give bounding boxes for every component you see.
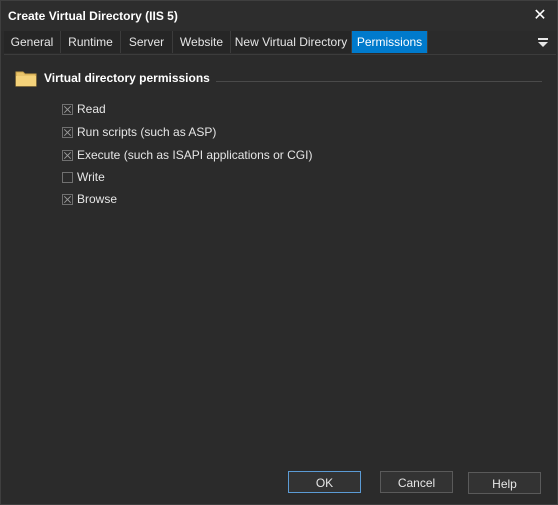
tab-website[interactable]: Website — [173, 31, 231, 53]
read-checkbox-row[interactable]: Read — [62, 101, 106, 117]
tab-bar: General Runtime Server Website New Virtu… — [4, 31, 556, 55]
tab-permissions[interactable]: Permissions — [352, 31, 428, 53]
dialog-window: Create Virtual Directory (IIS 5) ✕ Gener… — [0, 0, 558, 505]
write-checkbox-row[interactable]: Write — [62, 169, 105, 185]
window-title: Create Virtual Directory (IIS 5) — [8, 9, 178, 23]
execute-checkbox[interactable] — [62, 149, 73, 161]
run-scripts-checkbox[interactable] — [62, 126, 73, 138]
close-icon[interactable]: ✕ — [529, 5, 551, 25]
run-scripts-checkbox-row[interactable]: Run scripts (such as ASP) — [62, 124, 216, 140]
help-button[interactable]: Help — [468, 472, 541, 494]
browse-checkbox[interactable] — [62, 193, 73, 205]
read-label: Read — [77, 102, 106, 116]
browse-label: Browse — [77, 192, 118, 206]
tab-menu-icon[interactable] — [536, 34, 550, 50]
tab-runtime[interactable]: Runtime — [61, 31, 121, 53]
browse-checkbox-row[interactable]: Browse — [62, 191, 117, 207]
tab-general[interactable]: General — [4, 31, 61, 53]
execute-label: Execute (such as ISAPI applications or C… — [77, 148, 313, 162]
run-scripts-label: Run scripts (such as ASP) — [77, 125, 217, 139]
folder-icon — [15, 71, 37, 87]
tab-server[interactable]: Server — [121, 31, 173, 53]
group-title: Virtual directory permissions — [44, 71, 210, 85]
execute-checkbox-row[interactable]: Execute (such as ISAPI applications or C… — [62, 147, 312, 163]
ok-button[interactable]: OK — [288, 471, 361, 493]
tab-new-virtual-directory[interactable]: New Virtual Directory — [231, 31, 352, 53]
cancel-button[interactable]: Cancel — [380, 471, 453, 493]
title-bar[interactable]: Create Virtual Directory (IIS 5) ✕ — [1, 1, 557, 31]
write-checkbox[interactable] — [62, 171, 73, 183]
write-label: Write — [77, 170, 105, 184]
permissions-panel: Virtual directory permissions Read Run s… — [4, 55, 556, 503]
group-divider — [216, 81, 542, 82]
read-checkbox[interactable] — [62, 103, 73, 115]
